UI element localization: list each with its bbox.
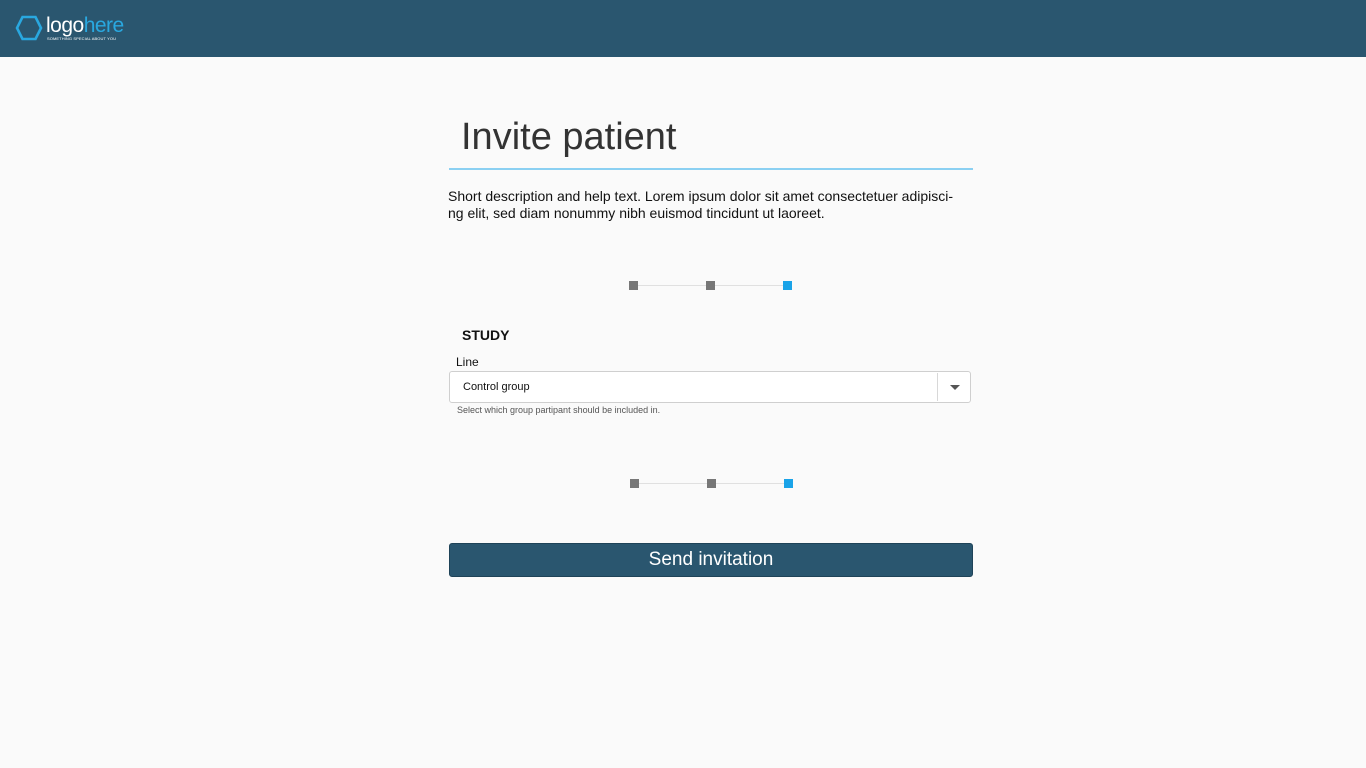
logo-tagline: SOMETHING SPECIAL ABOUT YOU [47, 36, 117, 41]
line-select-value: Control group [463, 381, 530, 393]
step-indicator-2 [706, 281, 715, 290]
line-field-label: Line [456, 355, 479, 369]
page-title: Invite patient [461, 116, 677, 158]
progress-stepper-bottom [630, 478, 800, 490]
step-indicator-1 [630, 479, 639, 488]
step-indicator-3-active [784, 479, 793, 488]
logo-wordmark: logohere [46, 14, 124, 37]
section-title: STUDY [462, 327, 510, 343]
progress-stepper-top [629, 280, 799, 292]
step-indicator-1 [629, 281, 638, 290]
stepper-connector [715, 285, 783, 286]
chevron-down-icon[interactable] [950, 385, 960, 390]
description-text: Short description and help text. Lorem i… [448, 188, 954, 221]
line-field-helper: Select which group partipant should be i… [457, 405, 661, 415]
stepper-connector [716, 483, 784, 484]
step-indicator-3-active [783, 281, 792, 290]
logo[interactable]: logohere SOMETHING SPECIAL ABOUT YOU [15, 14, 135, 44]
hexagon-icon [15, 15, 43, 41]
step-indicator-2 [707, 479, 716, 488]
send-invitation-button[interactable]: Send invitation [449, 543, 973, 577]
title-underline [449, 168, 973, 170]
select-divider [937, 373, 938, 401]
stepper-connector [638, 285, 706, 286]
line-select[interactable]: Control group [449, 371, 971, 403]
stepper-connector [639, 483, 707, 484]
top-bar: logohere SOMETHING SPECIAL ABOUT YOU [0, 0, 1366, 57]
